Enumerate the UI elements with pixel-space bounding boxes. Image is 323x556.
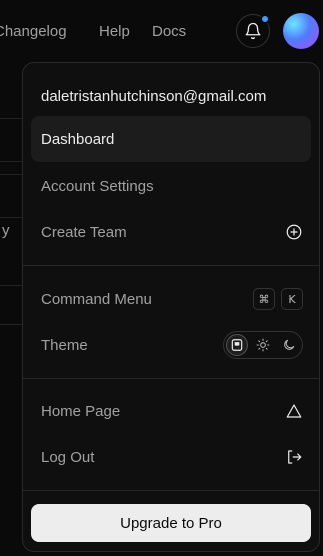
menu-divider	[23, 490, 319, 491]
bell-icon	[245, 22, 261, 40]
notifications-button[interactable]	[236, 14, 270, 48]
background-row	[0, 285, 24, 325]
menu-item-home-page[interactable]: Home Page	[31, 388, 311, 434]
menu-divider	[23, 265, 319, 266]
user-email: daletristanhutchinson@gmail.com	[41, 88, 267, 105]
background-row	[0, 174, 24, 218]
sun-icon	[256, 338, 270, 352]
menu-item-log-out[interactable]: Log Out	[31, 434, 311, 480]
theme-option-system[interactable]	[226, 334, 248, 356]
background-text: y	[2, 222, 10, 239]
account-dropdown-menu: daletristanhutchinson@gmail.com Dashboar…	[22, 62, 320, 552]
shortcut-key-k: K	[281, 288, 303, 310]
nav-link-changelog[interactable]: Changelog	[0, 22, 67, 42]
menu-item-account-settings[interactable]: Account Settings	[31, 163, 311, 209]
system-icon	[231, 339, 243, 351]
menu-item-label: Create Team	[41, 223, 127, 241]
theme-option-dark[interactable]	[278, 334, 300, 356]
top-nav: Changelog Help Docs	[0, 0, 323, 62]
nav-link-help[interactable]: Help	[99, 22, 130, 42]
menu-item-theme: Theme	[31, 322, 311, 368]
logout-icon	[288, 450, 302, 464]
menu-item-label: Theme	[41, 336, 88, 354]
notification-dot	[260, 14, 270, 24]
nav-link-docs[interactable]: Docs	[152, 22, 186, 42]
avatar[interactable]	[283, 13, 319, 49]
menu-item-command-menu[interactable]: Command Menu ⌘ K	[31, 276, 311, 322]
background-row	[0, 118, 24, 162]
upgrade-button[interactable]: Upgrade to Pro	[31, 504, 311, 542]
moon-icon	[284, 339, 295, 350]
menu-item-label: Home Page	[41, 402, 121, 420]
shortcut-key-cmd: ⌘	[253, 288, 275, 310]
menu-item-label: Command Menu	[41, 290, 152, 308]
menu-item-create-team[interactable]: Create Team	[31, 209, 311, 255]
menu-item-label: Log Out	[41, 448, 95, 466]
menu-divider	[23, 378, 319, 379]
theme-switcher	[223, 331, 303, 359]
menu-item-dashboard[interactable]: Dashboard	[31, 116, 311, 162]
plus-circle-icon	[286, 224, 302, 240]
triangle-icon	[286, 404, 302, 418]
theme-option-light[interactable]	[252, 334, 274, 356]
menu-item-label: Dashboard	[41, 130, 115, 148]
menu-item-label: Account Settings	[41, 177, 154, 195]
